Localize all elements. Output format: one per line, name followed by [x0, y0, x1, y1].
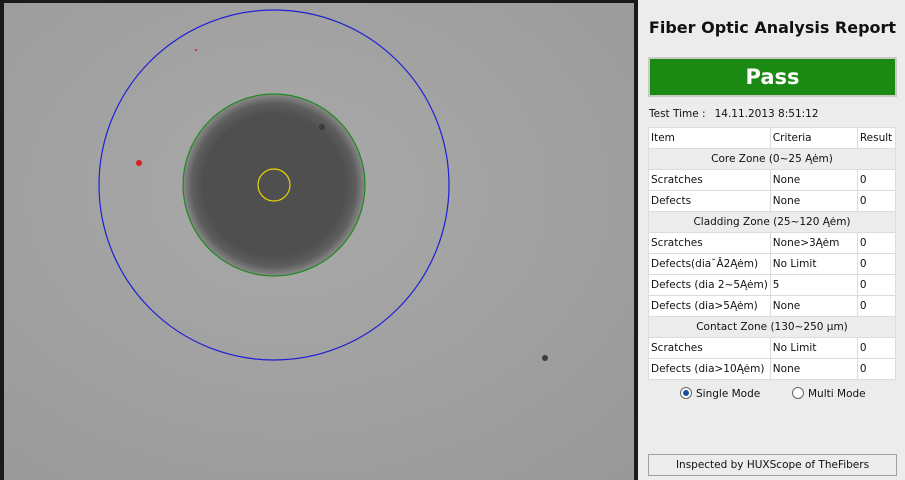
table-row: Defects (dia>10Ąėm) None 0 — [648, 358, 897, 380]
test-time-label: Test Time : — [649, 108, 706, 120]
defect-marker — [136, 160, 142, 166]
fiber-endface-image — [4, 3, 634, 480]
radio-checked-icon — [680, 387, 692, 399]
defect-marker — [195, 49, 197, 51]
report-panel: Fiber Optic Analysis Report Pass Test Ti… — [640, 0, 905, 480]
table-row: Scratches None 0 — [648, 169, 897, 191]
table-row: Defects None 0 — [648, 190, 897, 212]
test-time-value: 14.11.2013 8:51:12 — [714, 108, 819, 120]
report-title: Fiber Optic Analysis Report — [648, 18, 897, 37]
table-header-row: Item Criteria Result — [648, 127, 897, 149]
column-header-criteria: Criteria — [769, 127, 858, 149]
multi-mode-label: Multi Mode — [808, 388, 866, 400]
table-row: Scratches None>3Ąėm 0 — [648, 232, 897, 254]
column-header-result: Result — [856, 127, 897, 149]
table-row: Defects (dia>5Ąėm) None 0 — [648, 295, 897, 317]
single-mode-radio[interactable]: Single Mode — [680, 387, 760, 400]
pass-status-banner: Pass — [648, 57, 897, 97]
cladding-region — [183, 94, 365, 276]
table-row: Defects (dia 2~5Ąėm) 5 0 — [648, 274, 897, 296]
single-mode-label: Single Mode — [696, 388, 761, 400]
test-time: Test Time : 14.11.2013 8:51:12 — [649, 108, 819, 120]
radio-unchecked-icon — [792, 387, 804, 399]
column-header-item: Item — [648, 127, 771, 149]
zone-header-contact: Contact Zone (130~250 µm) — [648, 316, 896, 338]
multi-mode-radio[interactable]: Multi Mode — [792, 387, 866, 400]
zone-header-cladding: Cladding Zone (25~120 Ąėm) — [648, 211, 896, 233]
results-table: Item Criteria Result Core Zone (0~25 Ąėm… — [648, 127, 897, 380]
table-row: Scratches No Limit 0 — [648, 337, 897, 359]
inspected-by-footer: Inspected by HUXScope of TheFibers — [648, 454, 897, 476]
dust-particle — [542, 355, 548, 361]
dust-particle — [319, 124, 325, 130]
table-row: Defects(dia˘Â2Ąėm) No Limit 0 — [648, 253, 897, 275]
zone-header-core: Core Zone (0~25 Ąėm) — [648, 148, 896, 170]
fiber-image-viewer — [0, 0, 638, 480]
